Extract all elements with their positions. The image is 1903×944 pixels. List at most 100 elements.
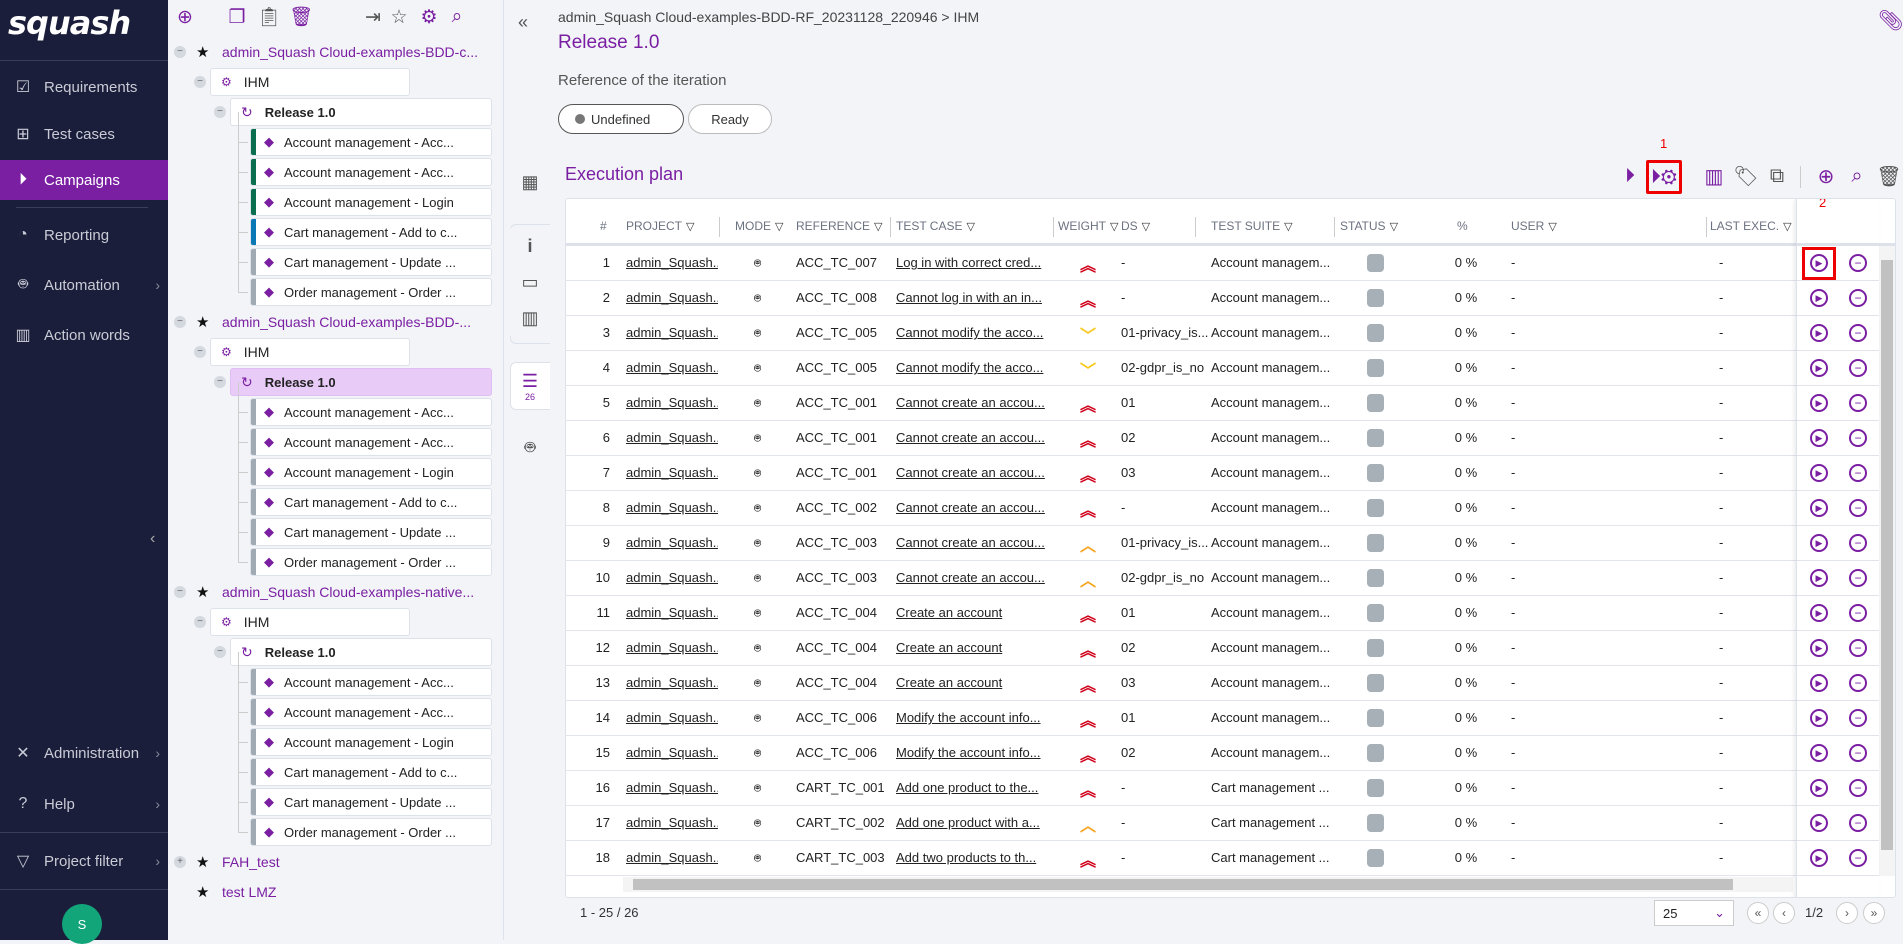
avatar[interactable]: S — [62, 904, 102, 944]
table-row[interactable]: 18 admin_Squash... 🤖︎ CART_TC_003 Add two pr… — [566, 841, 1879, 876]
execute-row-button[interactable]: ▶ — [1810, 674, 1828, 692]
filter-icon[interactable]: ▽ — [966, 221, 974, 233]
execute-icon[interactable]: ⏵ — [1617, 163, 1643, 189]
remove-row-button[interactable]: − — [1849, 534, 1867, 552]
collapse-icon[interactable]: − — [194, 76, 206, 88]
nav-item-reporting[interactable]: ◔ Reporting — [0, 215, 168, 255]
filter-icon[interactable]: ▽ — [874, 221, 882, 233]
filter-icon[interactable]: ▽ — [1284, 221, 1292, 233]
search-icon[interactable]: ⌕ — [446, 6, 468, 28]
add-icon[interactable]: ⊕ — [1813, 163, 1839, 189]
filter-icon[interactable]: ▽ — [1783, 221, 1791, 233]
test-case-link[interactable]: Add one product to the... — [896, 780, 1056, 795]
column-header[interactable]: USER ▽ — [1511, 219, 1557, 233]
settings-icon[interactable]: ⚙ — [418, 6, 440, 28]
collapse-icon[interactable]: − — [174, 316, 186, 328]
page-size-select[interactable]: 25 ⌄ — [1654, 900, 1734, 926]
test-case-link[interactable]: Cannot create an accou... — [896, 465, 1056, 480]
attachment-icon[interactable]: 📎︎ — [1878, 8, 1903, 33]
project-link[interactable]: admin_Squash... — [626, 290, 718, 305]
execute-row-button[interactable]: ▶ — [1810, 814, 1828, 832]
test-case-link[interactable]: Cannot create an accou... — [896, 430, 1056, 445]
table-row[interactable]: 10 admin_Squash... 🤖︎ ACC_TC_003 Cannot crea… — [566, 561, 1879, 596]
star-icon[interactable]: ★ — [196, 313, 212, 331]
column-header[interactable]: LAST EXEC. ▽ — [1710, 219, 1792, 233]
add-icon[interactable]: ⊕ — [174, 6, 196, 28]
column-header[interactable]: # — [600, 219, 607, 233]
filter-icon[interactable]: ▽ — [686, 221, 694, 233]
collapse-icon[interactable]: − — [174, 586, 186, 598]
execute-row-button[interactable]: ▶ — [1810, 429, 1828, 447]
delete-icon[interactable]: 🗑︎ — [289, 6, 313, 28]
delete-icon[interactable]: 🗑︎ — [1876, 163, 1902, 189]
nav-item-requirements[interactable]: ☑ Requirements — [0, 67, 168, 107]
remove-row-button[interactable]: − — [1849, 604, 1867, 622]
collapse-icon[interactable]: − — [214, 646, 226, 658]
filter-icon[interactable]: ▽ — [1142, 221, 1150, 233]
table-row[interactable]: 6 admin_Squash... 🤖︎ ACC_TC_001 Cannot creat… — [566, 421, 1879, 456]
execute-row-button[interactable]: ▶ — [1810, 464, 1828, 482]
table-row[interactable]: 7 admin_Squash... 🤖︎ ACC_TC_001 Cannot creat… — [566, 456, 1879, 491]
table-row[interactable]: 16 admin_Squash... 🤖︎ CART_TC_001 Add one pr… — [566, 771, 1879, 806]
vertical-scrollbar[interactable] — [1879, 246, 1895, 876]
column-header[interactable]: REFERENCE ▽ — [796, 219, 882, 233]
test-case-link[interactable]: Cannot log in with an in... — [896, 290, 1056, 305]
dashboard-tab-icon[interactable]: ▦ — [510, 160, 550, 204]
table-row[interactable]: 17 admin_Squash... 🤖︎ CART_TC_002 Add one pr… — [566, 806, 1879, 841]
tree-project[interactable]: + ★ FAH_test — [168, 848, 498, 876]
star-icon[interactable]: ★ — [196, 853, 212, 871]
table-row[interactable]: 11 admin_Squash... 🤖︎ ACC_TC_004 Create an a… — [566, 596, 1879, 631]
execute-row-button[interactable]: ▶ — [1810, 324, 1828, 342]
column-header[interactable]: TEST SUITE ▽ — [1211, 219, 1293, 233]
execute-row-button[interactable]: ▶ — [1810, 709, 1828, 727]
tree-project[interactable]: − ★ admin_Squash Cloud-examples-BDD-... — [168, 308, 498, 336]
statistics-tab-icon[interactable]: ▥ — [510, 300, 550, 336]
export-icon[interactable]: ⇥ — [362, 6, 384, 28]
status-undefined-button[interactable]: Undefined — [558, 104, 684, 134]
table-row[interactable]: 14 admin_Squash... 🤖︎ ACC_TC_006 Modify the … — [566, 701, 1879, 736]
remove-row-button[interactable]: − — [1849, 499, 1867, 517]
nav-item-automation[interactable]: 🤖︎ Automation › — [0, 265, 168, 305]
paste-icon[interactable]: 📋︎ — [257, 6, 281, 28]
column-header[interactable]: DS ▽ — [1121, 219, 1150, 233]
collapse-icon[interactable]: − — [214, 106, 226, 118]
star-icon[interactable]: ★ — [196, 883, 212, 901]
table-row[interactable]: 8 admin_Squash... 🤖︎ ACC_TC_002 Cannot creat… — [566, 491, 1879, 526]
remove-row-button[interactable]: − — [1849, 674, 1867, 692]
table-row[interactable]: 4 admin_Squash... 🤖︎ ACC_TC_005 Cannot modif… — [566, 351, 1879, 386]
collapse-icon[interactable]: − — [194, 346, 206, 358]
execute-row-button[interactable]: ▶ — [1810, 569, 1828, 587]
tree-project[interactable]: − ★ admin_Squash Cloud-examples-native... — [168, 578, 498, 606]
project-link[interactable]: admin_Squash... — [626, 675, 718, 690]
status-ready-button[interactable]: Ready — [688, 104, 772, 134]
copy-selection-icon[interactable]: ⧉ — [1764, 163, 1790, 189]
execute-row-button[interactable]: ▶ — [1810, 499, 1828, 517]
project-link[interactable]: admin_Squash... — [626, 395, 718, 410]
test-case-link[interactable]: Cannot modify the acco... — [896, 325, 1056, 340]
remove-row-button[interactable]: − — [1849, 814, 1867, 832]
project-link[interactable]: admin_Squash... — [626, 815, 718, 830]
project-link[interactable]: admin_Squash... — [626, 535, 718, 550]
horizontal-scrollbar[interactable] — [623, 877, 1793, 892]
column-header[interactable]: PROJECT ▽ — [626, 219, 694, 233]
breadcrumb[interactable]: admin_Squash Cloud-examples-BDD-RF_20231… — [558, 9, 979, 25]
execution-plan-tab[interactable]: ☰ 26 — [510, 362, 550, 410]
test-case-link[interactable]: Add two products to th... — [896, 850, 1056, 865]
tree-project[interactable]: ★ test LMZ — [168, 878, 498, 906]
execute-row-button[interactable]: ▶ — [1810, 849, 1828, 867]
filter-icon[interactable]: ▽ — [1110, 221, 1118, 233]
tree-project[interactable]: − ★ admin_Squash Cloud-examples-BDD-c... — [168, 38, 498, 66]
info-tab-icon[interactable]: i — [510, 228, 550, 264]
test-case-link[interactable]: Create an account — [896, 640, 1056, 655]
test-case-link[interactable]: Log in with correct cred... — [896, 255, 1056, 270]
first-page-button[interactable]: « — [1747, 902, 1769, 924]
test-case-link[interactable]: Modify the account info... — [896, 710, 1056, 725]
project-link[interactable]: admin_Squash... — [626, 710, 718, 725]
nav-item-help[interactable]: ? Help › — [0, 784, 168, 824]
collapse-tree-icon[interactable]: « — [518, 12, 528, 33]
remove-row-button[interactable]: − — [1849, 429, 1867, 447]
project-link[interactable]: admin_Squash... — [626, 850, 718, 865]
table-row[interactable]: 3 admin_Squash... 🤖︎ ACC_TC_005 Cannot modif… — [566, 316, 1879, 351]
filter-icon[interactable]: ▽ — [775, 221, 783, 233]
project-link[interactable]: admin_Squash... — [626, 465, 718, 480]
